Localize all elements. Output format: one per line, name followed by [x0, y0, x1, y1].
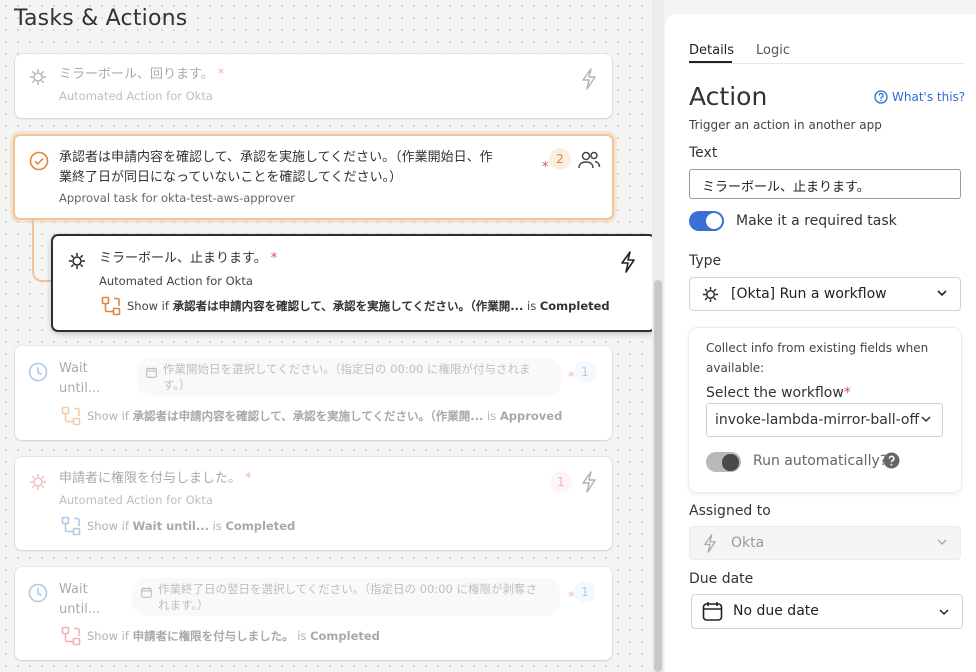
task-title-line2: until... [59, 602, 101, 617]
required-mark: * [217, 67, 225, 82]
chevron-down-icon [920, 413, 932, 429]
dependency-count-badge: 1 [550, 471, 572, 493]
okta-icon [29, 68, 47, 90]
tasks-canvas: Tasks & Actions ミラーボール、回ります。 * Automated … [0, 0, 652, 672]
users-icon[interactable] [577, 150, 601, 174]
panel-heading: Action [689, 82, 768, 111]
workflow-config-box: Collect info from existing fields when a… [689, 328, 961, 492]
task-title: ミラーボール、回ります。 [59, 67, 214, 82]
lightning-icon [703, 534, 717, 557]
chevron-down-icon [938, 606, 950, 622]
task-title-line1: Wait [59, 582, 88, 597]
task-subtitle: Automated Action for Okta [59, 493, 213, 507]
page-title: Tasks & Actions [14, 6, 188, 31]
required-mark: * [270, 251, 278, 266]
branch-condition-icon [61, 626, 81, 650]
details-panel: Details Logic Action What's this? Trigge… [665, 14, 976, 672]
task-card[interactable]: 申請者に権限を付与しました。 * Automated Action for Okt… [15, 457, 612, 550]
tabs-divider [689, 63, 964, 64]
task-subtitle: Automated Action for Okta [99, 274, 253, 288]
required-mark: * [245, 471, 252, 486]
active-tab-indicator [689, 61, 732, 63]
type-label: Type [689, 253, 722, 269]
lightning-icon [581, 471, 597, 497]
type-select[interactable]: [Okta] Run a workflow [689, 277, 961, 311]
due-date-select[interactable]: No due date [691, 594, 963, 629]
chevron-down-icon [936, 287, 948, 303]
branch-condition-icon [101, 296, 121, 320]
clock-icon [28, 583, 48, 607]
task-card-approval[interactable]: 承認者は申請内容を確認して、承認を実施してください。（作業開始日、作 業終了日が… [13, 134, 614, 220]
branch-condition-icon [61, 516, 81, 540]
task-subtitle: Approval task for okta-test-aws-approver [59, 191, 296, 205]
show-if-condition: Show if 承認者は申請内容を確認して、承認を実施してください。（作業開..… [127, 299, 610, 313]
question-icon[interactable] [883, 452, 900, 473]
dependency-count-badge: 1 [574, 581, 596, 603]
task-title-line1: Wait [59, 361, 88, 376]
show-if-condition: Show if 申請者に権限を付与しました。 is Completed [87, 629, 380, 643]
help-circle-icon [874, 90, 888, 107]
calendar-icon [702, 601, 723, 626]
required-toggle[interactable] [689, 211, 724, 231]
task-title-line2: until... [59, 381, 101, 396]
tab-details[interactable]: Details [689, 43, 734, 58]
task-card[interactable]: Wait until... 作業開始日を選択してください。（指定日の 00:00… [15, 346, 612, 440]
text-label: Text [689, 145, 718, 161]
whats-this-link[interactable]: What's this? [874, 90, 965, 107]
workflow-label: Select the workflow* [706, 385, 851, 401]
required-mark: * [542, 160, 549, 175]
due-date-label: Due date [689, 571, 754, 587]
lightning-icon [620, 251, 636, 277]
assigned-label: Assigned to [689, 503, 771, 519]
okta-icon [702, 286, 719, 307]
task-card[interactable]: Wait until... 作業終了日の翌日を選択してください。（指定日の 00… [15, 567, 612, 660]
run-automatically-toggle[interactable] [706, 452, 741, 472]
required-toggle-label: Make it a required task [736, 213, 897, 229]
show-if-condition: Show if 承認者は申請内容を確認して、承認を実施してください。（作業開..… [87, 409, 563, 423]
panel-description: Trigger an action in another app [689, 118, 882, 132]
text-field[interactable]: ミラーボール、止まります。 [689, 169, 961, 199]
calendar-icon [141, 586, 152, 602]
chevron-down-icon [936, 536, 948, 552]
dependency-count-badge: 1 [574, 361, 596, 383]
check-circle-icon [29, 151, 49, 175]
clock-icon [28, 362, 48, 386]
calendar-icon [146, 366, 157, 382]
okta-icon [68, 252, 86, 274]
run-automatically-label: Run automatically? [753, 453, 888, 469]
date-field-pill: 作業開始日を選択してください。（指定日の 00:00 に権限が付与されま す。） [137, 358, 561, 396]
branch-condition-icon [61, 406, 81, 430]
date-field-pill: 作業終了日の翌日を選択してください。（指定日の 00:00 に権限が剥奪さ れま… [132, 578, 560, 616]
task-card[interactable]: ミラーボール、回ります。 * Automated Action for Okta [15, 54, 612, 118]
task-title: 申請者に権限を付与しました。 [59, 471, 242, 486]
task-subtitle: Automated Action for Okta [59, 89, 213, 103]
task-title-line2: 業終了日が同日になっていないことを確認してください。） [59, 170, 403, 185]
lightning-icon [581, 68, 597, 94]
collect-info-text: Collect info from existing fields when a… [706, 341, 929, 375]
assigned-select[interactable]: Okta [689, 526, 961, 560]
show-if-condition: Show if Wait until... is Completed [87, 519, 296, 533]
task-title-line1: 承認者は申請内容を確認して、承認を実施してください。（作業開始日、作 [59, 150, 493, 165]
workflow-select[interactable]: invoke-lambda-mirror-ball-off [706, 403, 943, 437]
task-title: ミラーボール、止まります。 [99, 251, 267, 266]
task-card-selected[interactable]: ミラーボール、止まります。 * Automated Action for Okta… [51, 234, 652, 332]
dependency-count-badge: 2 [549, 148, 571, 170]
scrollbar-thumb[interactable] [654, 280, 662, 672]
tab-logic[interactable]: Logic [756, 43, 790, 58]
okta-icon [29, 473, 47, 495]
